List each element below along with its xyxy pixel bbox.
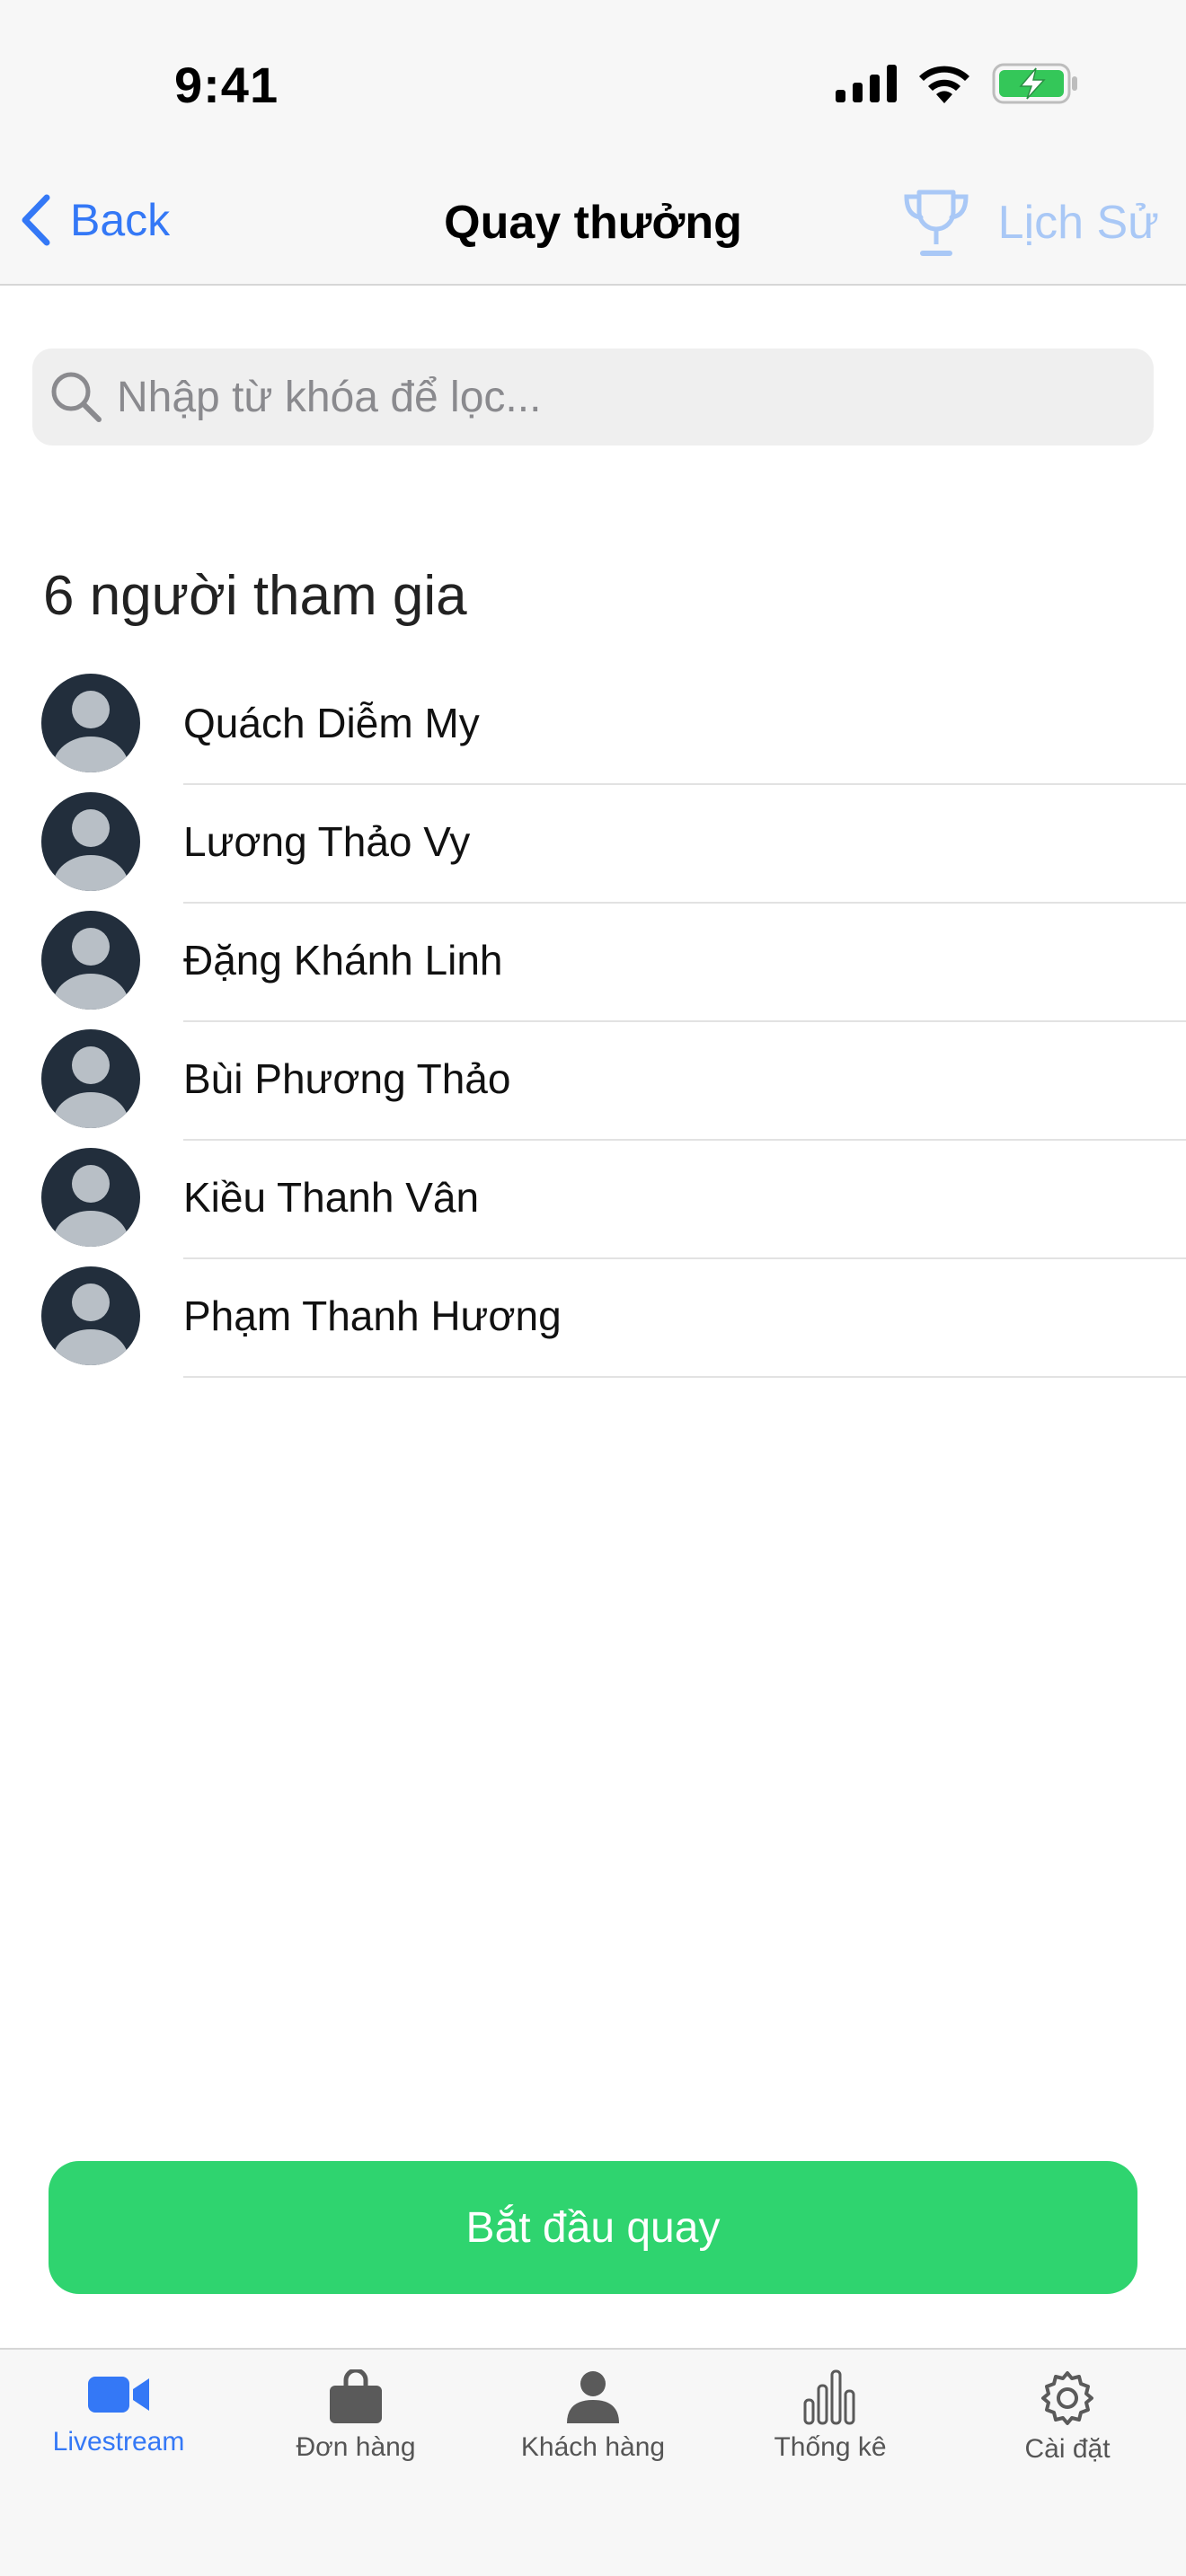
avatar bbox=[41, 792, 140, 891]
search-icon bbox=[51, 372, 102, 422]
history-button[interactable]: Lịch Sử bbox=[901, 189, 1159, 257]
tab-settings[interactable]: Cài đặt bbox=[949, 2350, 1186, 2576]
tab-orders[interactable]: Đơn hàng bbox=[237, 2350, 474, 2576]
battery-charging-icon bbox=[992, 63, 1077, 104]
status-time: 9:41 bbox=[174, 57, 279, 113]
avatar bbox=[41, 674, 140, 772]
tab-label: Cài đặt bbox=[1024, 2434, 1111, 2464]
list-item[interactable]: Bùi Phương Thảo bbox=[0, 1022, 1186, 1141]
list-item[interactable]: Quách Diễm My bbox=[0, 666, 1186, 785]
wifi-icon bbox=[919, 66, 969, 103]
trophy-icon bbox=[904, 190, 969, 256]
avatar bbox=[41, 1029, 140, 1128]
video-camera-icon bbox=[88, 2377, 149, 2413]
shopping-bag-icon bbox=[330, 2369, 382, 2423]
participant-name: Phạm Thanh Hương bbox=[183, 1292, 562, 1339]
list-item[interactable]: Lương Thảo Vy bbox=[0, 785, 1186, 904]
participant-name: Đặng Khánh Linh bbox=[183, 937, 503, 984]
tab-livestream[interactable]: Livestream bbox=[0, 2350, 237, 2576]
avatar bbox=[41, 1266, 140, 1365]
search-bar[interactable] bbox=[32, 348, 1154, 446]
person-placeholder-icon bbox=[53, 1046, 128, 1128]
tab-bar: Livestream Đơn hàng Khách hàng Thống kê … bbox=[0, 2348, 1186, 2576]
avatar bbox=[41, 1148, 140, 1247]
start-spin-button[interactable]: Bắt đầu quay bbox=[49, 2161, 1137, 2294]
person-placeholder-icon bbox=[53, 1284, 128, 1365]
cellular-signal-icon bbox=[836, 65, 897, 102]
tab-label: Khách hàng bbox=[520, 2432, 666, 2462]
participant-name: Bùi Phương Thảo bbox=[183, 1055, 511, 1102]
person-placeholder-icon bbox=[53, 809, 128, 891]
participant-list: Quách Diễm My Lương Thảo Vy Đặng Khánh L… bbox=[0, 666, 1186, 1378]
participants-count: 6 người tham gia bbox=[43, 565, 467, 627]
tab-label: Đơn hàng bbox=[296, 2432, 416, 2462]
list-item[interactable]: Phạm Thanh Hương bbox=[0, 1259, 1186, 1378]
status-icons bbox=[836, 63, 1078, 104]
list-item[interactable]: Đặng Khánh Linh bbox=[0, 904, 1186, 1022]
tab-label: Thống kê bbox=[774, 2432, 887, 2462]
person-placeholder-icon bbox=[53, 928, 128, 1010]
tab-customers[interactable]: Khách hàng bbox=[474, 2350, 712, 2576]
participant-name: Kiều Thanh Vân bbox=[183, 1174, 480, 1221]
gear-icon bbox=[1041, 2371, 1093, 2425]
screen: 9:41 Back Quay thưởng Lịch Sử Nhập từ kh… bbox=[0, 0, 1186, 2576]
tab-statistics[interactable]: Thống kê bbox=[712, 2350, 949, 2576]
search-input[interactable] bbox=[117, 372, 1105, 422]
header-area: 9:41 Back Quay thưởng Lịch Sử bbox=[0, 0, 1186, 286]
person-icon bbox=[567, 2371, 619, 2423]
history-label: Lịch Sử bbox=[997, 197, 1159, 249]
person-placeholder-icon bbox=[53, 691, 128, 772]
divider bbox=[183, 1376, 1186, 1378]
tab-label: Livestream bbox=[52, 2427, 185, 2457]
avatar bbox=[41, 911, 140, 1010]
list-item[interactable]: Kiều Thanh Vân bbox=[0, 1141, 1186, 1259]
bar-chart-icon bbox=[803, 2369, 855, 2425]
participant-name: Quách Diễm My bbox=[183, 700, 480, 746]
person-placeholder-icon bbox=[53, 1165, 128, 1247]
participant-name: Lương Thảo Vy bbox=[183, 818, 471, 865]
